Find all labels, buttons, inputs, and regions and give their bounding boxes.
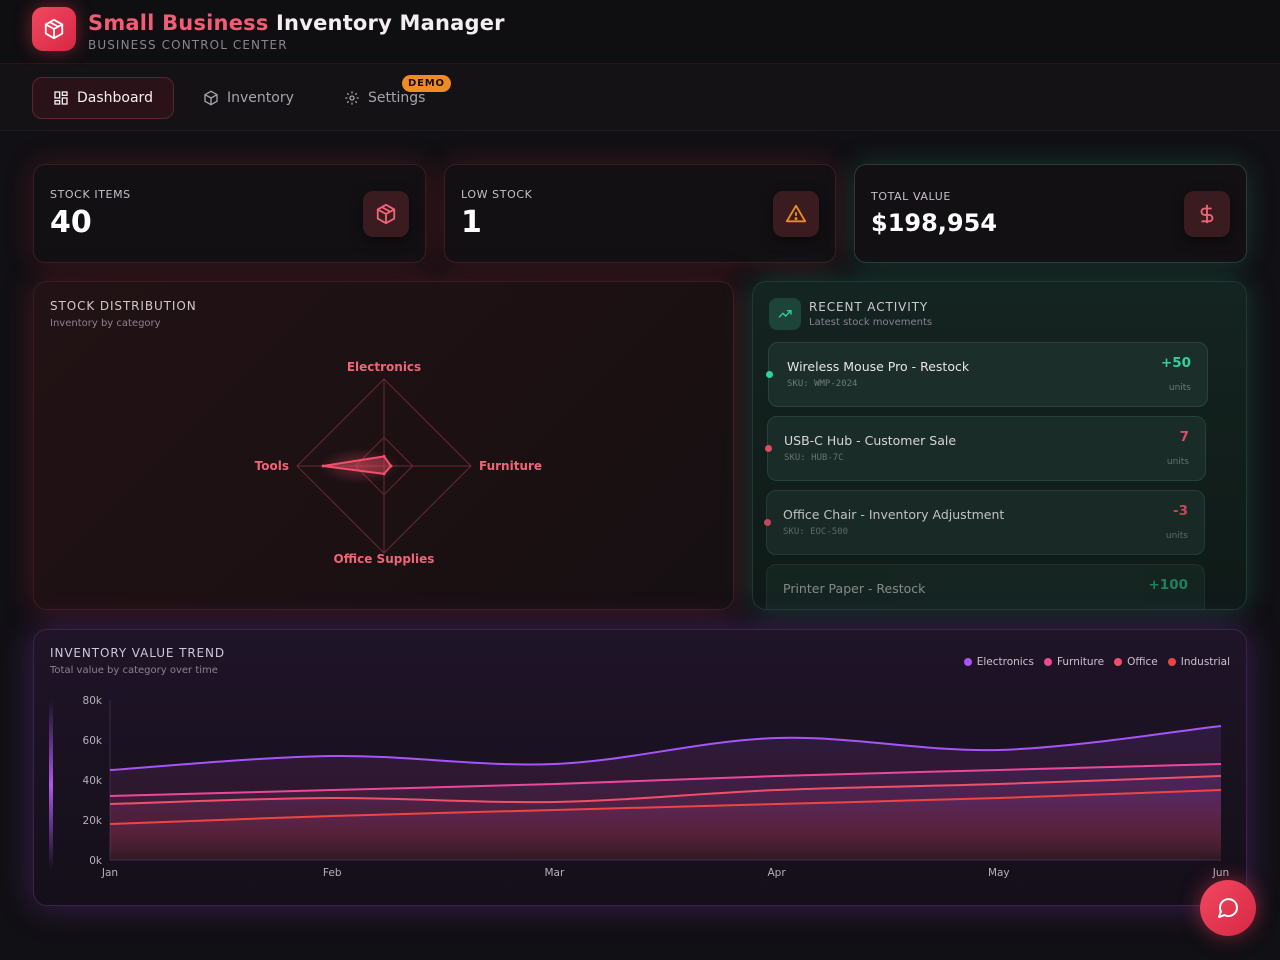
- stat-label: STOCK ITEMS: [50, 188, 131, 201]
- demo-badge: DEMO: [402, 75, 451, 92]
- panel-subtitle: Latest stock movements: [809, 317, 933, 328]
- activity-item[interactable]: USB-C Hub - Customer Sale SKU: HUB-7C 7 …: [765, 416, 1206, 481]
- x-tick-label: Jan: [101, 867, 118, 879]
- stat-card-total-value: TOTAL VALUE $198,954: [854, 164, 1247, 263]
- stat-value: 1: [461, 205, 482, 240]
- stat-value: 40: [50, 205, 92, 240]
- activity-name: USB-C Hub - Customer Sale: [784, 433, 957, 448]
- activity-sku: SKU: WMP-2024: [787, 379, 858, 389]
- tab-dashboard[interactable]: Dashboard: [32, 77, 174, 119]
- package-icon: [44, 18, 64, 40]
- x-tick-label: May: [988, 867, 1010, 879]
- activity-qty: +50: [1160, 355, 1191, 371]
- activity-name: Printer Paper - Restock: [783, 581, 926, 596]
- stat-icon-box: [773, 191, 819, 237]
- gear-icon: [345, 91, 359, 105]
- y-tick-label: 20k: [83, 815, 103, 827]
- radar-point: [389, 464, 393, 468]
- activity-qty: +100: [1148, 577, 1189, 593]
- x-tick-label: Feb: [323, 867, 342, 879]
- radar-label-office-supplies: Office Supplies: [334, 552, 435, 566]
- app-subtitle: BUSINESS CONTROL CENTER: [88, 38, 288, 52]
- x-tick-label: Jun: [1212, 867, 1229, 879]
- stat-card-low-stock: LOW STOCK 1: [444, 164, 836, 263]
- stat-label: LOW STOCK: [461, 188, 533, 201]
- y-tick-label: 60k: [83, 735, 103, 747]
- activity-item[interactable]: Office Chair - Inventory Adjustment SKU:…: [764, 490, 1205, 555]
- x-tick-label: Apr: [768, 867, 787, 879]
- chat-bubble-icon: [1218, 898, 1239, 918]
- activity-sku: SKU: HUB-7C: [784, 453, 844, 463]
- app-title-rest: Inventory Manager: [276, 11, 505, 35]
- panel-title: RECENT ACTIVITY: [809, 300, 929, 314]
- stat-label: TOTAL VALUE: [871, 190, 951, 203]
- x-tick-label: Mar: [544, 867, 564, 879]
- tab-inventory[interactable]: Inventory: [183, 77, 314, 119]
- stat-icon-box: [1184, 191, 1230, 237]
- app-title-accent: Small Business: [88, 11, 269, 35]
- recent-activity-panel: RECENT ACTIVITY Latest stock movements W…: [752, 281, 1247, 610]
- trending-up-icon: [778, 310, 792, 318]
- dashboard-grid-icon: [54, 91, 68, 105]
- activity-sku: SKU: EOC-500: [783, 527, 849, 537]
- tab-inventory-label: Inventory: [227, 90, 294, 106]
- activity-unit: units: [1165, 531, 1188, 541]
- activity-icon-box: [769, 298, 801, 330]
- warning-triangle-icon: [785, 204, 807, 223]
- activity-unit: units: [1168, 383, 1191, 393]
- radar-point: [382, 454, 386, 458]
- activity-item[interactable]: Wireless Mouse Pro - Restock SKU: WMP-20…: [766, 342, 1208, 407]
- app-header: Small Business Inventory Manager BUSINES…: [0, 0, 1280, 64]
- package-icon: [204, 90, 218, 106]
- tab-settings-label: Settings: [368, 90, 426, 106]
- stock-distribution-panel: STOCK DISTRIBUTION Inventory by category…: [33, 281, 734, 610]
- area-chart: 0k 20k 40k 60k 80k Jan Feb Mar Apr May Jun: [49, 695, 1229, 879]
- inventory-trend-panel: INVENTORY VALUE TREND Total value by cat…: [33, 629, 1247, 906]
- package-icon: [376, 203, 396, 225]
- y-tick-label: 40k: [83, 775, 103, 787]
- radar-chart: Electronics Furniture Office Supplies To…: [255, 360, 542, 566]
- dollar-icon: [1200, 204, 1214, 224]
- radar-label-electronics: Electronics: [347, 360, 421, 374]
- stat-value: $198,954: [871, 209, 998, 237]
- activity-qty: 7: [1179, 429, 1189, 445]
- activity-name: Office Chair - Inventory Adjustment: [783, 507, 1005, 522]
- radar-point: [382, 472, 386, 476]
- activity-dot: [765, 445, 772, 452]
- activity-unit: units: [1166, 457, 1189, 467]
- activity-item[interactable]: Printer Paper - Restock +100: [766, 564, 1205, 609]
- activity-name: Wireless Mouse Pro - Restock: [787, 359, 970, 374]
- nav-bar: Dashboard Inventory Settings DEMO: [0, 65, 1280, 131]
- radar-point: [321, 464, 325, 468]
- logo: [32, 7, 76, 51]
- y-tick-label: 0k: [89, 855, 103, 867]
- stat-icon-box: [363, 191, 409, 237]
- activity-dot: [766, 371, 773, 378]
- stat-card-stock-items: STOCK ITEMS 40: [33, 164, 426, 263]
- activity-dot: [764, 519, 771, 526]
- app-title: Small Business Inventory Manager: [88, 11, 505, 35]
- activity-qty: -3: [1173, 503, 1188, 519]
- y-tick-label: 80k: [83, 695, 103, 707]
- radar-label-furniture: Furniture: [479, 459, 542, 473]
- tab-dashboard-label: Dashboard: [77, 90, 153, 106]
- chat-button[interactable]: [1200, 880, 1256, 936]
- radar-label-tools: Tools: [255, 459, 289, 473]
- chart-side-glow: [49, 700, 53, 870]
